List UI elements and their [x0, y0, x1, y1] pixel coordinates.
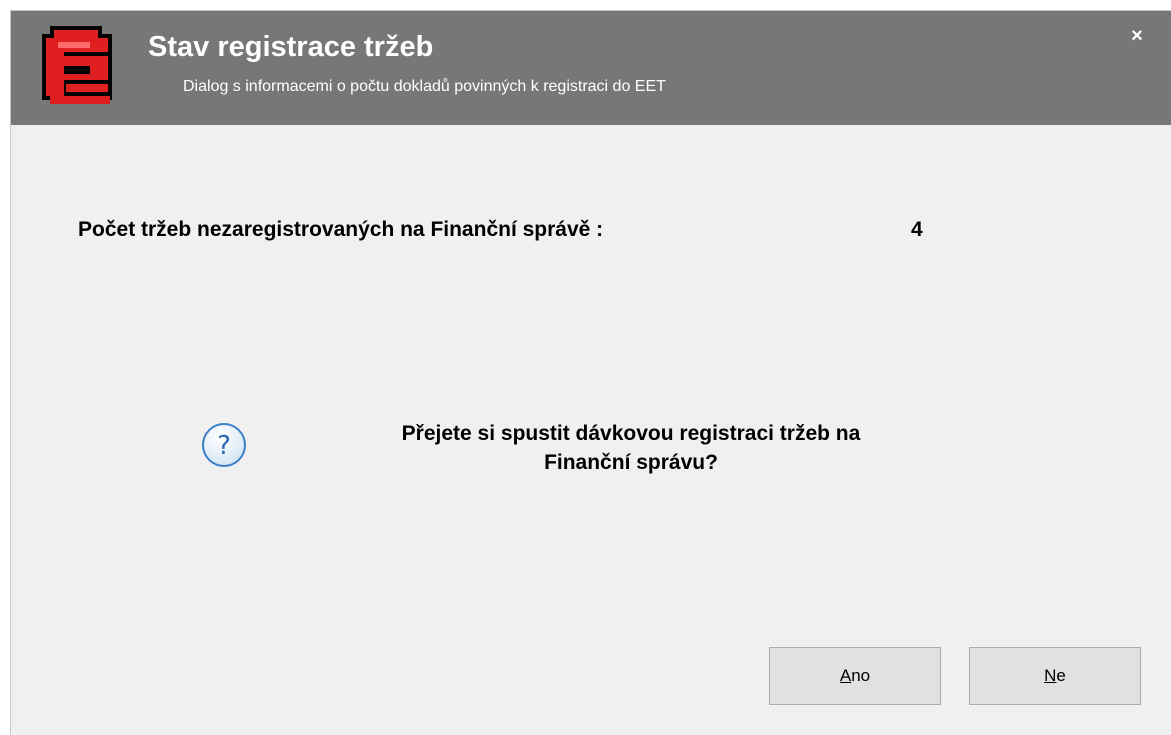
no-button-label-rest: e	[1056, 666, 1066, 685]
dialog-header: Stav registrace tržeb Dialog s informace…	[11, 11, 1171, 125]
question-icon: ?	[202, 423, 246, 467]
unregistered-count-label: Počet tržeb nezaregistrovaných na Finanč…	[78, 218, 604, 241]
no-button-mnemonic: N	[1044, 666, 1057, 685]
confirmation-question: Přejete si spustit dávkovou registraci t…	[291, 419, 971, 477]
close-button[interactable]: ×	[1124, 23, 1150, 49]
yes-button-mnemonic: A	[839, 666, 852, 685]
close-icon[interactable]: ×	[1131, 25, 1143, 47]
app-logo-icon	[42, 26, 112, 104]
question-line-1: Přejete si spustit dávkovou registraci t…	[401, 422, 861, 445]
eet-status-dialog: Stav registrace tržeb Dialog s informace…	[10, 10, 1171, 735]
question-line-2: Finanční správu?	[544, 451, 718, 474]
yes-button[interactable]: Ano	[769, 647, 941, 705]
svg-text:?: ?	[217, 431, 231, 461]
dialog-subtitle: Dialog s informacemi o počtu dokladů pov…	[183, 78, 666, 95]
unregistered-count-value: 4	[911, 218, 923, 241]
no-button[interactable]: Ne	[969, 647, 1141, 705]
dialog-title: Stav registrace tržeb	[148, 31, 434, 63]
yes-button-label-rest: no	[851, 666, 871, 685]
